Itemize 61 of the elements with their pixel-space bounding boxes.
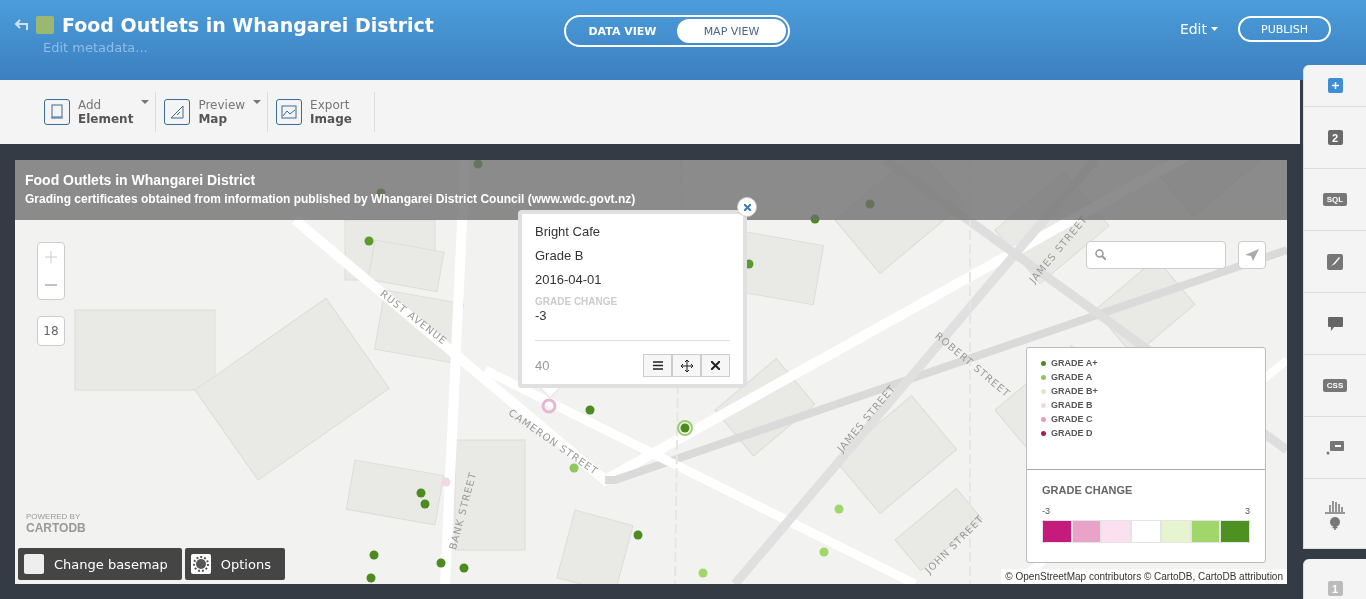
move-button[interactable] (672, 354, 701, 377)
sidebar-tool-button[interactable] (1303, 479, 1366, 549)
gear-icon (190, 554, 211, 574)
sidebar-tool-button[interactable] (1303, 231, 1366, 293)
speech-bubble-icon (1326, 315, 1344, 332)
sidebar-tool-button[interactable] (1303, 293, 1366, 355)
options-button[interactable]: Options (184, 548, 285, 580)
legend-label: GRADE C (1051, 414, 1093, 424)
zoom-level: 18 (37, 316, 65, 346)
toolbar-icon (44, 99, 70, 125)
caret-icon (141, 100, 150, 104)
search-field[interactable] (1086, 241, 1226, 269)
legend-icon (1326, 440, 1344, 455)
toolbar-button[interactable]: Export Image (276, 92, 375, 132)
toolbar-icon (164, 99, 191, 125)
field-value: -3 (535, 308, 548, 323)
plus-icon (45, 250, 57, 263)
menu-icon (652, 361, 663, 370)
popup-text: Grade B (535, 248, 585, 263)
publish-button[interactable]: PUBLISH (1238, 16, 1331, 42)
close-icon (711, 361, 720, 370)
view-tab[interactable]: DATA VIEW (568, 19, 677, 43)
legend-label: GRADE B (1051, 400, 1093, 410)
sidebar-tool-button[interactable]: SQL (1303, 169, 1366, 231)
toolbar-button[interactable]: Preview Map (164, 92, 269, 132)
legend-title: GRADE CHANGE (1042, 484, 1134, 496)
ramp-max-label: 3 (1245, 506, 1250, 516)
move-arrows-icon (680, 359, 693, 372)
paper-plane-icon (1245, 249, 1259, 261)
menu-button[interactable] (643, 354, 672, 377)
close-button[interactable] (701, 354, 730, 377)
legend-label: GRADE A (1051, 372, 1093, 382)
change-basemap-button[interactable]: Change basemap (18, 548, 182, 580)
cartodb-logo: POWERED BY CARTODB (26, 512, 86, 535)
popup-text: 2016-04-01 (535, 272, 603, 287)
edit-menu[interactable]: Edit (1173, 20, 1224, 38)
toolbar-icon (276, 99, 303, 125)
ramp-min-label: -3 (1042, 506, 1050, 516)
add-layer-icon (1327, 78, 1343, 93)
legend-label: GRADE A+ (1051, 358, 1098, 368)
locate-button[interactable] (1238, 241, 1266, 269)
page-title: Food Outlets in Whangarei District (62, 14, 434, 36)
brush-icon (1327, 253, 1343, 270)
map-description: Grading certificates obtained from information published by Whangarei District Council (www.wdc.govt.nz) (25, 192, 637, 206)
view-tab[interactable]: MAP VIEW (677, 19, 786, 43)
popup-footer-text: 40 (535, 358, 550, 373)
legend-label: GRADE D (1051, 428, 1093, 438)
back-arrow-icon[interactable] (14, 19, 28, 31)
caret-icon (1211, 27, 1218, 31)
sidebar-tool-button[interactable] (1303, 65, 1366, 107)
search-icon (1095, 249, 1106, 260)
caret-icon (253, 100, 262, 104)
legend-label: GRADE B+ (1051, 386, 1098, 396)
toolbar-button[interactable]: Add Element (44, 92, 157, 132)
sidebar-tool-button[interactable]: 2 (1303, 107, 1366, 169)
sidebar-tool-button[interactable] (1303, 417, 1366, 479)
sidebar-tool-button[interactable]: CSS (1303, 355, 1366, 417)
popup-text: Bright Cafe (535, 224, 602, 239)
map-title: Food Outlets in Whangarei District (25, 172, 257, 188)
map-attribution: © OpenStreetMap contributors © CartoDB, CartoDB attribution (1001, 569, 1287, 584)
close-icon (743, 203, 751, 211)
